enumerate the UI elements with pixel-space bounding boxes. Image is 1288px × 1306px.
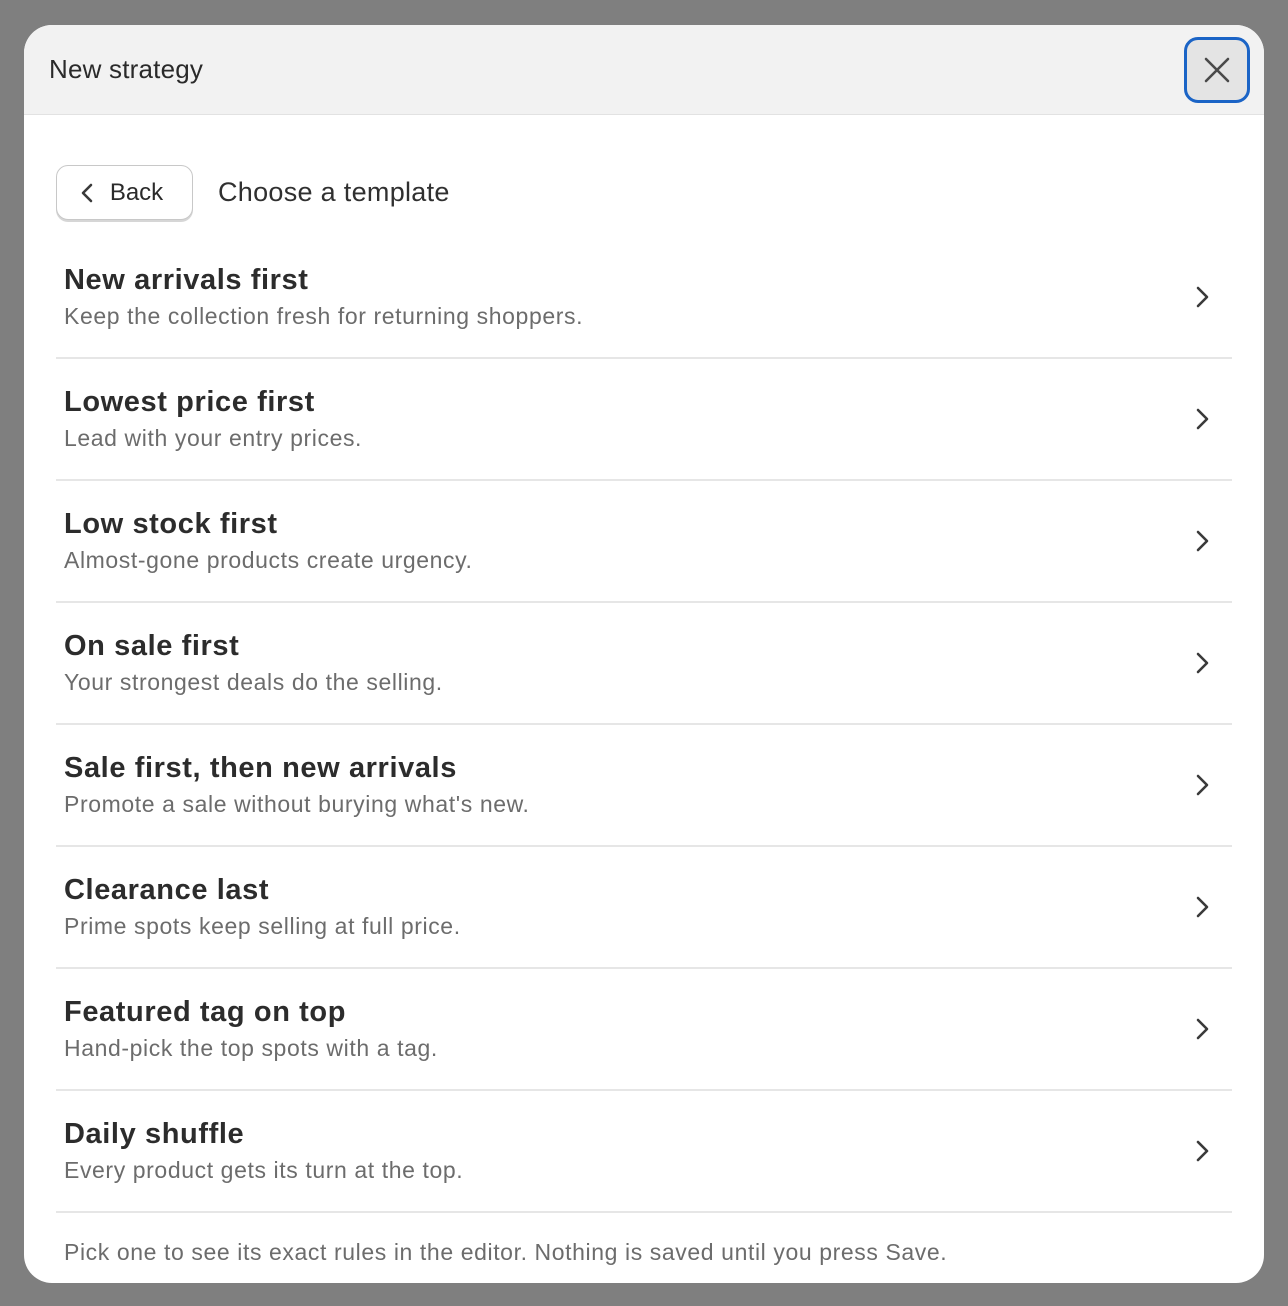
template-item[interactable]: Daily shuffle Every product gets its turn… (56, 1091, 1232, 1213)
template-title: Low stock first (64, 508, 278, 540)
template-description: Keep the collection fresh for returning … (64, 303, 584, 329)
page-heading: Choose a template (218, 177, 450, 207)
chevron-right-icon (1196, 652, 1209, 674)
template-text: New arrivals first Keep the collection fr… (64, 264, 583, 330)
template-text: Lowest price first Lead with your entry p… (64, 386, 362, 452)
back-label: Back (109, 178, 164, 206)
back-button[interactable]: Back (56, 165, 193, 220)
template-title: Featured tag on top (64, 996, 347, 1028)
chevron-left-icon (81, 183, 93, 202)
template-description: Your strongest deals do the selling. (64, 669, 443, 695)
template-description: Every product gets its turn at the top. (64, 1157, 464, 1183)
toolbar: Back Choose a template (24, 115, 1264, 237)
template-text: Clearance last Prime spots keep selling a… (64, 874, 461, 940)
template-text: Sale first, then new arrivals Promote a s… (64, 752, 530, 818)
template-description: Prime spots keep selling at full price. (64, 913, 461, 939)
close-button[interactable] (1184, 36, 1250, 103)
template-item[interactable]: New arrivals first Keep the collection fr… (56, 237, 1232, 359)
template-item[interactable]: Featured tag on top Hand-pick the top spo… (56, 969, 1232, 1091)
modal-title: New strategy (49, 54, 204, 84)
template-title: On sale first (64, 630, 240, 662)
template-description: Promote a sale without burying what's ne… (64, 791, 530, 817)
template-list: New arrivals first Keep the collection fr… (56, 237, 1232, 1213)
template-text: On sale first Your strongest deals do the… (64, 630, 443, 696)
template-title: Lowest price first (64, 386, 315, 418)
chevron-right-icon (1196, 774, 1209, 796)
chevron-right-icon (1196, 1140, 1209, 1162)
chevron-right-icon (1196, 408, 1209, 430)
footnote: Pick one to see its exact rules in the e… (64, 1239, 948, 1265)
new-strategy-modal: New strategy Back Choose a template New … (24, 25, 1264, 1283)
template-text: Daily shuffle Every product gets its turn… (64, 1118, 463, 1184)
template-title: Clearance last (64, 874, 270, 906)
template-description: Hand-pick the top spots with a tag. (64, 1035, 438, 1061)
template-text: Featured tag on top Hand-pick the top spo… (64, 996, 438, 1062)
chevron-right-icon (1196, 1018, 1209, 1040)
template-title: Sale first, then new arrivals (64, 752, 457, 784)
template-title: New arrivals first (64, 264, 309, 296)
template-title: Daily shuffle (64, 1118, 245, 1150)
template-item[interactable]: Clearance last Prime spots keep selling a… (56, 847, 1232, 969)
template-description: Almost-gone products create urgency. (64, 547, 473, 573)
chevron-right-icon (1196, 896, 1209, 918)
template-item[interactable]: Lowest price first Lead with your entry p… (56, 359, 1232, 481)
close-icon (1204, 57, 1230, 82)
modal-header: New strategy (24, 25, 1264, 115)
template-item[interactable]: Sale first, then new arrivals Promote a s… (56, 725, 1232, 847)
template-description: Lead with your entry prices. (64, 425, 363, 451)
template-item[interactable]: On sale first Your strongest deals do the… (56, 603, 1232, 725)
chevron-right-icon (1196, 286, 1209, 308)
template-item[interactable]: Low stock first Almost-gone products crea… (56, 481, 1232, 603)
template-text: Low stock first Almost-gone products crea… (64, 508, 473, 574)
chevron-right-icon (1196, 530, 1209, 552)
